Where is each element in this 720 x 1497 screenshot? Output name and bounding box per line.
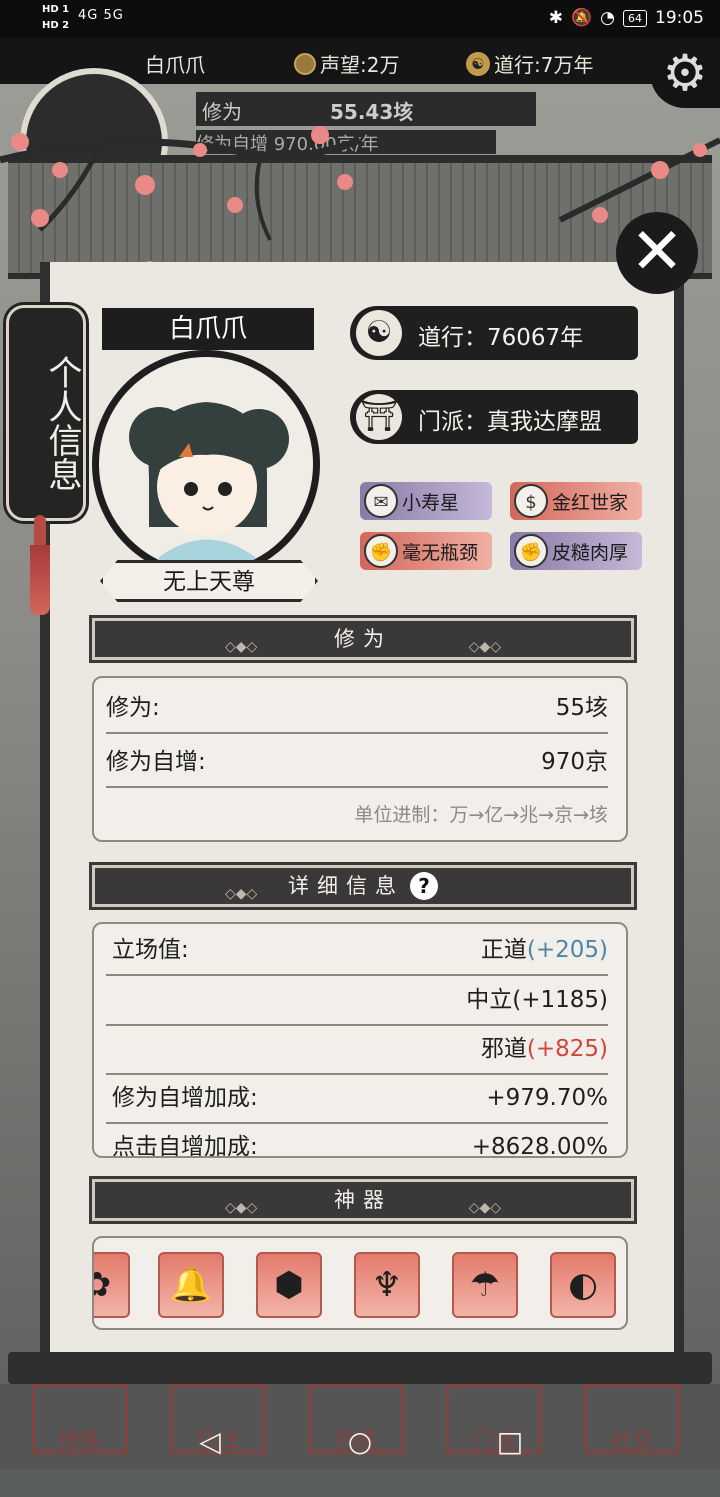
trait-badge[interactable]: ✉ 小寿星 [360,482,492,520]
details-box[interactable]: 立场值: 正道(+205) 中立(+1185) 邪道(+825) 修为自增加成:… [92,922,628,1158]
scroll-roller [8,1352,712,1384]
click-bonus-row: 点击自增加成: +8628.00% [112,1134,608,1158]
gold-ornament-icon[interactable]: ✿ [94,1252,130,1318]
daoxing-pill: ☯ 道行：76067年 [350,306,638,360]
temple-icon: ⛩ [356,394,402,440]
settings-gear-icon[interactable]: ⚙ [650,38,720,108]
evil-row: 邪道(+825) [106,1025,608,1075]
bell-icon[interactable]: 🔔 [158,1252,224,1318]
ornament-icon: ◇◆◇ [225,639,258,655]
network-indicator: 4G 5G [78,8,124,23]
close-button[interactable]: ✕ [616,212,698,294]
ornament-icon: ◇◆◇ [225,886,258,902]
avatar[interactable] [92,350,320,578]
trait-badge[interactable]: $ 金红世家 [510,482,642,520]
fan-icon[interactable]: ◐ [550,1252,616,1318]
cultivation-row: 修为: 55垓 [106,684,608,734]
ornament-icon: ◇◆◇ [468,639,501,655]
scroll-icon: ✉ [364,484,398,518]
title-plaque: 无上天尊 [100,560,318,602]
artifacts-header: ◇◆◇ 神器 ◇◆◇ [92,1179,634,1221]
mute-icon: 🔕 [570,8,593,28]
yin-yang-icon: ☯ [356,310,402,356]
trait-badge[interactable]: ✊ 毫无瓶颈 [360,532,492,570]
top-player-name: 白爪爪 [145,53,205,77]
neutral-row: 中立(+1185) [106,976,608,1026]
ornament-icon: ◇◆◇ [225,1200,258,1216]
daoxing-value: 道行:7万年 [494,53,594,77]
cultivation-box: 修为: 55垓 修为自增: 970京 单位进制：万→亿→兆→京→垓 [92,676,628,842]
bluetooth-icon: ✱ [548,8,563,28]
details-header: ◇◆◇ 详细信息? [92,865,634,907]
umbrella-icon[interactable]: ☂ [452,1252,518,1318]
daoxing-text: 道行：76067年 [418,325,584,351]
tassel [30,545,50,615]
artifacts-box[interactable]: ✿ 🔔 ⬢ ♆ ☂ ◐ [92,1236,628,1330]
money-bag-icon: $ [514,484,548,518]
battery-icon: 64 [623,9,647,27]
yin-yang-icon: ☯ [466,51,490,76]
trait-badge[interactable]: ✊ 皮糙肉厚 [510,532,642,570]
character-portrait [129,402,289,571]
reputation-value: 声望:2万 [320,53,400,77]
ornament-icon: ◇◆◇ [468,1200,501,1216]
background-cultivation: 修为 55.43垓 [196,92,536,126]
coin-icon [294,52,316,75]
background-auto-increase: 修为自增 970.00京/年 [196,130,496,154]
auto-increase-row: 修为自增: 970京 [106,738,608,788]
system-nav-bar: ◁ ○ □ [0,1410,720,1469]
cultivation-header: ◇◆◇ 修为 ◇◆◇ [92,618,634,660]
fist-icon: ✊ [514,534,548,568]
sect-text: 门派：真我达摩盟 [418,409,602,435]
back-icon[interactable]: ◁ [190,1422,230,1462]
home-icon[interactable]: ○ [340,1422,380,1462]
speed-icon: ◔ [600,8,615,28]
help-icon[interactable]: ? [410,872,438,900]
recent-apps-icon[interactable]: □ [490,1422,530,1462]
stance-row: 立场值: 正道(+205) [106,926,608,976]
jade-seal-icon[interactable]: ⬢ [256,1252,322,1318]
sect-pill[interactable]: ⛩ 门派：真我达摩盟 [350,390,638,444]
profile-tab: 个人信息 [6,305,86,521]
fist-icon: ✊ [364,534,398,568]
roof-decoration [8,155,712,279]
unit-note: 单位进制：万→亿→兆→京→垓 [354,804,608,826]
bonus-row: 修为自增加成: +979.70% [106,1074,608,1124]
clock: 19:05 [655,8,704,28]
player-name: 白爪爪 [102,308,314,350]
status-bar: HD 1 HD 2 4G 5G ✱ 🔕 ◔ 64 19:05 [0,0,720,38]
hd-indicator: HD 1 HD 2 [42,4,70,31]
profile-tab-title: 个人信息 [42,355,82,491]
jade-pendant-icon[interactable]: ♆ [354,1252,420,1318]
tassel-knot [34,515,46,549]
